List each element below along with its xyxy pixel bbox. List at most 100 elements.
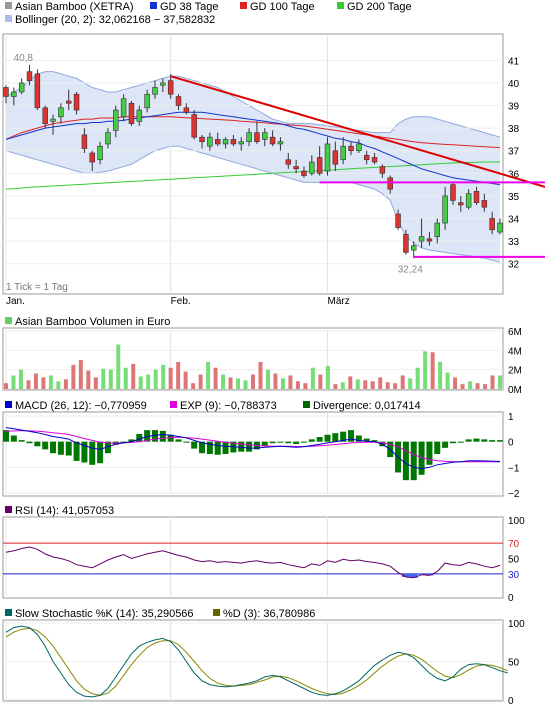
candle-down xyxy=(183,107,190,113)
candle-up xyxy=(340,145,346,161)
legend-bollinger: Bollinger (20, 2): 32,062168 − 37,582832 xyxy=(15,14,215,26)
volume-bar xyxy=(48,375,53,389)
divergence-bar xyxy=(73,441,80,461)
volume-bar xyxy=(206,361,211,389)
candle-down xyxy=(489,218,495,231)
candle-down xyxy=(371,157,378,163)
stoch-y-tick-label: 50 xyxy=(508,658,520,669)
legend-ma200: GD 200 Tage xyxy=(347,1,412,13)
rsi-line xyxy=(5,546,501,579)
candle-down xyxy=(379,166,386,174)
x-tick-label: Feb. xyxy=(171,296,191,307)
volume-bar xyxy=(153,369,158,389)
candle-up xyxy=(246,132,252,142)
divergence-bar xyxy=(191,441,198,449)
candle-up xyxy=(152,87,158,95)
rsi-panel xyxy=(2,516,504,599)
volume-y-tick-label: 0M xyxy=(508,385,522,396)
price-y-tick-label: 35 xyxy=(508,192,520,203)
divergence-bar xyxy=(89,441,96,465)
divergence-bar xyxy=(489,440,496,442)
volume-y-tick-label: 6M xyxy=(508,327,522,338)
candle-down xyxy=(473,191,480,203)
volume-bar xyxy=(385,382,390,389)
volume-bar xyxy=(325,365,330,389)
candle-down xyxy=(316,157,323,174)
legend-swatch-stoch-d xyxy=(213,609,220,616)
volume-bar xyxy=(430,352,435,389)
divergence-bar xyxy=(42,441,49,450)
candle-up xyxy=(144,93,150,109)
volume-bar xyxy=(56,381,61,389)
volume-y-tick-label: 4M xyxy=(508,346,522,357)
volume-bar xyxy=(93,377,98,389)
divergence-bar xyxy=(277,441,284,443)
volume-bar xyxy=(101,368,106,389)
candle-down xyxy=(175,96,182,106)
volume-bar xyxy=(475,383,480,389)
volume-bar xyxy=(460,384,465,389)
divergence-bar xyxy=(300,441,307,443)
volume-bar xyxy=(453,377,458,389)
candle-down xyxy=(230,139,237,145)
candle-down xyxy=(481,200,488,208)
candle-down xyxy=(332,150,339,165)
macd-signal-line xyxy=(5,430,501,463)
candle-down xyxy=(458,202,464,206)
volume-bar xyxy=(490,375,495,389)
volume-bar xyxy=(26,380,31,389)
price-annotation: 32,24 xyxy=(398,264,423,275)
divergence-bar xyxy=(285,441,292,444)
candle-down xyxy=(199,136,205,142)
volume-bar xyxy=(86,370,91,389)
legend-macd: MACD (26, 12): −0,770959 xyxy=(15,400,147,412)
volume-bar xyxy=(303,383,308,389)
volume-bar xyxy=(63,379,68,389)
candle-up xyxy=(207,136,213,147)
volume-bar xyxy=(468,381,473,389)
rsi-y-tick-label: 100 xyxy=(508,516,525,527)
legend-exp: EXP (9): −0,788373 xyxy=(180,400,277,412)
volume-bar xyxy=(340,382,345,389)
price-y-tick-label: 39 xyxy=(508,102,520,113)
price-y-tick-label: 38 xyxy=(508,124,520,135)
candle-down xyxy=(128,102,135,124)
volume-bar xyxy=(400,375,405,389)
volume-bar xyxy=(71,364,76,389)
volume-y-tick-label: 2M xyxy=(508,366,522,377)
volume-bar xyxy=(33,373,38,389)
volume-bar xyxy=(4,383,8,389)
candle-up xyxy=(18,82,25,93)
candle-up xyxy=(434,222,441,237)
candle-up xyxy=(497,222,503,233)
candle-down xyxy=(81,134,88,149)
divergence-bar xyxy=(3,430,9,442)
volume-bar xyxy=(108,369,113,389)
chart-marks: 41403938373635343332Jan. Feb. März40,832,2… xyxy=(3,34,545,707)
divergence-bar xyxy=(65,441,72,456)
volume-bar xyxy=(393,383,398,389)
x-tick-label: März xyxy=(327,296,349,307)
candle-up xyxy=(120,98,127,118)
price-y-tick-label: 32 xyxy=(508,260,520,271)
volume-bar xyxy=(348,376,353,389)
volume-bar xyxy=(138,376,143,389)
volume-bar xyxy=(438,361,443,389)
candle-up xyxy=(160,82,166,86)
volume-bar xyxy=(258,361,263,389)
macd-y-tick-label: 1 xyxy=(508,412,514,423)
volume-bar xyxy=(265,369,270,389)
volume-bar xyxy=(41,377,46,389)
divergence-bar xyxy=(97,441,104,464)
volume-bar xyxy=(228,377,233,389)
volume-bar xyxy=(408,378,413,389)
divergence-bar xyxy=(465,439,472,442)
candle-up xyxy=(356,143,362,152)
legend-swatch-ma38 xyxy=(150,2,157,9)
volume-bar xyxy=(415,367,420,389)
rsi-y-tick-label: 50 xyxy=(508,555,520,566)
volume-bar xyxy=(183,371,188,389)
volume-bar xyxy=(146,374,151,389)
candle-down xyxy=(403,234,409,253)
legend-divergence: Divergence: 0,017414 xyxy=(313,400,421,412)
